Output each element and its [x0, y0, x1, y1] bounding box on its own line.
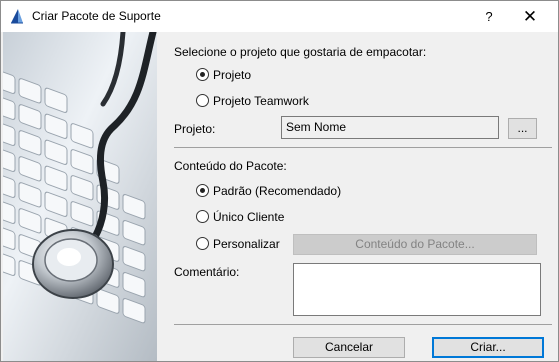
help-button[interactable]: ?: [472, 2, 506, 31]
stethoscope-keyboard-image: [3, 32, 157, 361]
radio-personalizar-label[interactable]: Personalizar: [213, 237, 280, 251]
comment-textarea[interactable]: [293, 263, 541, 316]
cancel-button[interactable]: Cancelar: [293, 337, 405, 358]
create-button[interactable]: Criar...: [432, 337, 544, 358]
separator: [174, 324, 552, 325]
project-name-field[interactable]: Sem Nome: [281, 116, 499, 139]
radio-padrao-label[interactable]: Padrão (Recomendado): [213, 184, 341, 198]
radio-projeto[interactable]: [196, 68, 209, 81]
package-content-button[interactable]: Conteúdo do Pacote...: [293, 234, 537, 255]
separator: [174, 147, 552, 148]
window-title: Criar Pacote de Suporte: [32, 9, 161, 23]
comment-label: Comentário:: [174, 265, 240, 279]
content-heading: Conteúdo do Pacote:: [174, 159, 287, 173]
radio-projeto-teamwork[interactable]: [196, 94, 209, 107]
title-bar: Criar Pacote de Suporte ? ✕: [1, 1, 558, 32]
radio-unico-cliente[interactable]: [196, 210, 209, 223]
project-prompt: Selecione o projeto que gostaria de empa…: [174, 45, 427, 59]
dialog-window: Criar Pacote de Suporte ? ✕ Selecione o …: [0, 0, 559, 362]
radio-padrao[interactable]: [196, 184, 209, 197]
close-button[interactable]: ✕: [513, 2, 547, 31]
radio-personalizar[interactable]: [196, 237, 209, 250]
project-field-label: Projeto:: [174, 122, 216, 136]
browse-project-button[interactable]: ...: [508, 118, 537, 139]
radio-projeto-teamwork-label[interactable]: Projeto Teamwork: [213, 94, 309, 108]
radio-projeto-label[interactable]: Projeto: [213, 68, 251, 82]
radio-unico-cliente-label[interactable]: Único Cliente: [213, 210, 284, 224]
app-logo-icon: [9, 8, 25, 24]
